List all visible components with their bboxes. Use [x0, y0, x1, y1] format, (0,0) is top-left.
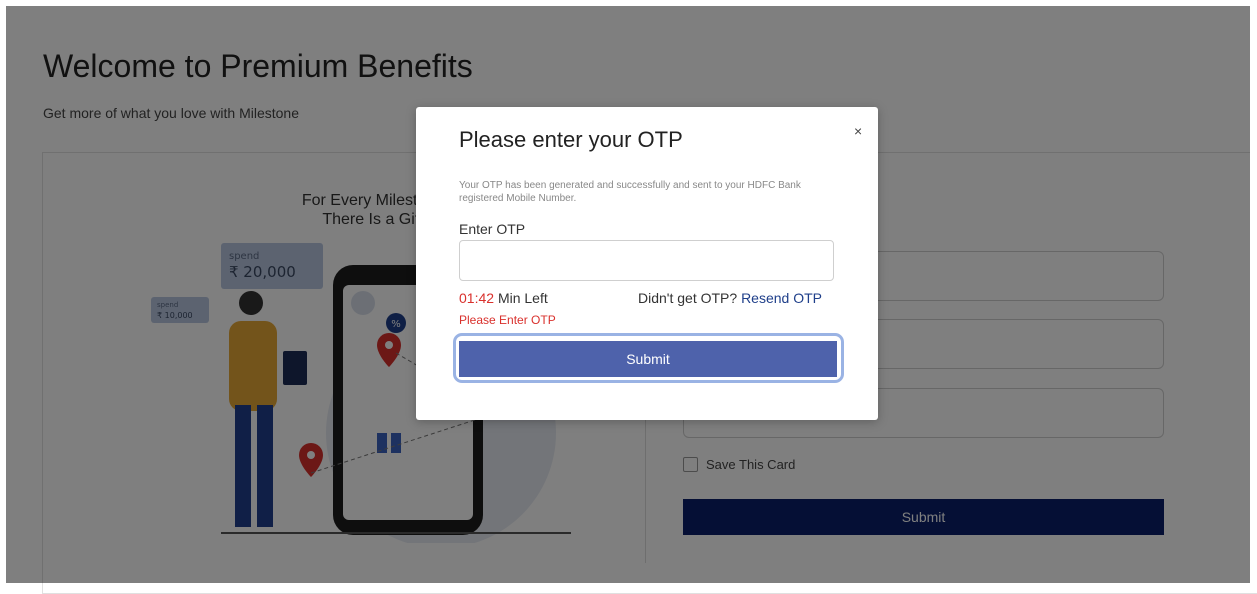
resend-row: Didn't get OTP? Resend OTP [638, 290, 822, 306]
otp-timer-suffix: Min Left [497, 290, 548, 306]
otp-input[interactable] [459, 240, 834, 281]
otp-timer: 01:42 Min Left [459, 290, 548, 306]
otp-description: Your OTP has been generated and successf… [459, 180, 801, 204]
resend-otp-link[interactable]: Resend OTP [741, 290, 822, 306]
otp-timer-value: 01:42 [459, 290, 495, 306]
otp-submit-button[interactable]: Submit [459, 341, 837, 377]
close-icon[interactable]: × [854, 123, 862, 139]
otp-field-label: Enter OTP [459, 221, 526, 237]
otp-error-message: Please Enter OTP [459, 313, 556, 327]
backdrop-edge-top [0, 0, 1257, 6]
modal-title: Please enter your OTP [459, 127, 683, 152]
backdrop-edge-left [0, 0, 6, 583]
backdrop-edge-right [1250, 0, 1257, 583]
resend-prompt: Didn't get OTP? [638, 290, 738, 306]
otp-modal: Please enter your OTP × Your OTP has bee… [416, 107, 878, 420]
